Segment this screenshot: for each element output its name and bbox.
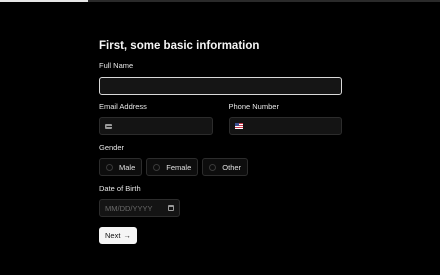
gender-option-male[interactable]: Male [99,158,143,176]
gender-label: Gender [99,143,125,152]
radio-circle-icon [153,163,161,171]
us-flag-icon[interactable] [234,123,243,129]
gender-option-label: Male [119,162,136,172]
radio-circle-icon [106,163,113,171]
next-button[interactable]: Next → [99,227,137,244]
dob-label: Date of Birth [99,184,141,193]
next-button-label: Next [105,231,121,240]
calendar-icon[interactable] [168,205,174,211]
gender-option-other[interactable]: Other [202,158,249,176]
phone-label: Phone Number [228,102,279,111]
progress-fill [0,0,88,2]
email-group: Email Address [99,102,213,135]
dob-placeholder: MM/DD/YYYY [105,203,153,213]
full-name-label: Full Name [99,61,134,70]
radio-circle-icon [209,163,217,171]
email-label: Email Address [99,102,147,111]
page-title: First, some basic information [99,40,260,52]
gender-option-label: Other [222,162,242,172]
progress-track [0,0,440,2]
arrow-right-icon: → [123,231,131,240]
gender-options: Male Female Other [99,158,342,176]
basic-info-form: First, some basic information Full Name … [99,38,342,244]
contact-row: Email Address Phone Number [99,102,342,135]
gender-option-female[interactable]: Female [146,158,199,176]
phone-input[interactable] [228,117,342,135]
gender-option-label: Female [166,162,192,172]
envelope-icon [105,123,113,129]
email-input[interactable] [99,117,213,135]
dob-input[interactable]: MM/DD/YYYY [99,199,180,217]
phone-group: Phone Number [228,102,342,135]
full-name-input[interactable] [99,77,342,95]
